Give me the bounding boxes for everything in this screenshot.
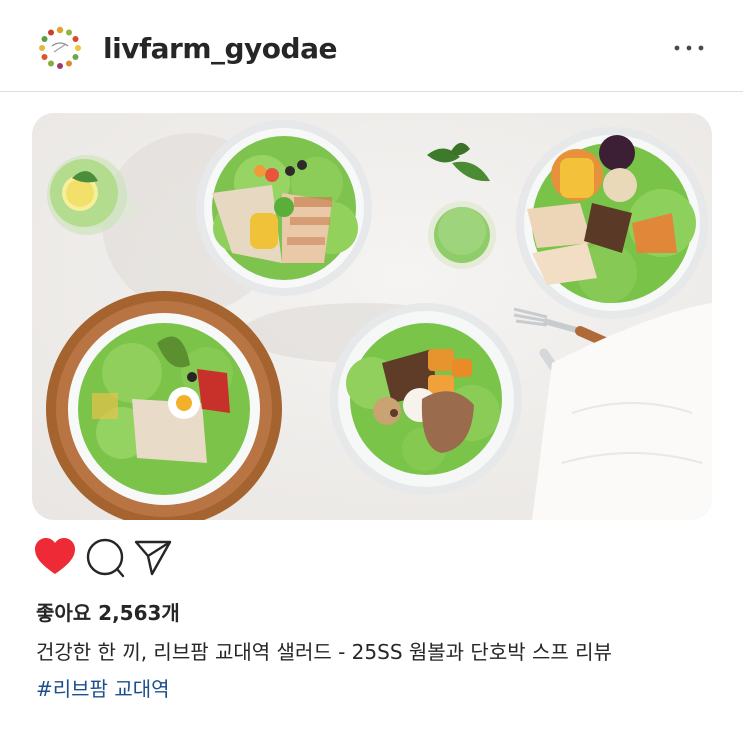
- heart-filled-icon[interactable]: [32, 534, 78, 580]
- post-caption: 건강한 한 끼, 리브팜 교대역 샐러드 - 25SS 웜볼과 단호박 스프 리…: [36, 640, 612, 664]
- green-juice-glass: [428, 201, 496, 269]
- hashtag-link[interactable]: #리브팜 교대역: [36, 673, 170, 702]
- post-header: livfarm_gyodae: [0, 0, 743, 92]
- profile-avatar[interactable]: [36, 24, 84, 72]
- username[interactable]: livfarm_gyodae: [103, 32, 337, 65]
- warm-bowl-center: [330, 303, 522, 495]
- ellipsis-horizontal-icon[interactable]: [672, 40, 706, 54]
- salad-bowl-top: [196, 120, 372, 296]
- likes-count[interactable]: 좋아요 2,563개: [36, 597, 180, 626]
- warm-bowl-top-right: [516, 127, 708, 319]
- salad-bowls-photo: [32, 113, 712, 520]
- paper-plane-icon[interactable]: [132, 534, 174, 580]
- post-photo[interactable]: [32, 113, 712, 520]
- post-actions: [32, 534, 232, 580]
- comment-bubble-icon[interactable]: [84, 534, 126, 580]
- salad-bowl-wood-board: [46, 291, 282, 520]
